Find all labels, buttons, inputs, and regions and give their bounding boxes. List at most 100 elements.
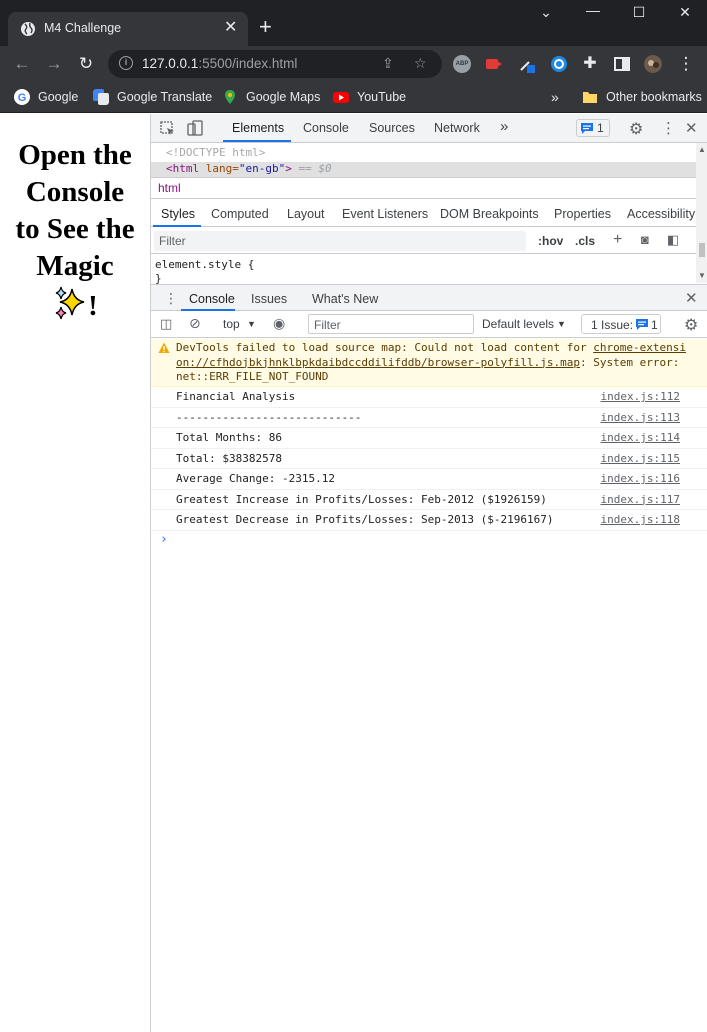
site-info-icon[interactable]: i [119, 56, 133, 70]
drawer-tab-issues[interactable]: Issues [251, 292, 287, 306]
paint-toggle-icon[interactable]: ◙ [641, 232, 649, 247]
tab-elements[interactable]: Elements [232, 121, 284, 135]
source-link[interactable]: index.js:114 [601, 431, 680, 444]
tab-event-listeners[interactable]: Event Listeners [342, 207, 428, 221]
clear-console-icon[interactable]: ⊘ [189, 315, 201, 332]
browser-menu-icon[interactable]: ⋮ [676, 54, 696, 74]
source-link[interactable]: index.js:113 [601, 411, 680, 424]
new-style-rule-icon[interactable]: + [613, 231, 622, 249]
translate-icon [93, 89, 109, 105]
console-message: Greatest Increase in Profits/Losses: Feb… [151, 490, 707, 510]
drawer-menu-icon[interactable]: ⋮ [164, 290, 178, 307]
tab-computed[interactable]: Computed [211, 207, 269, 221]
tab-network[interactable]: Network [434, 121, 480, 135]
live-expression-eye-icon[interactable]: ◉ [273, 315, 285, 332]
folder-icon [583, 92, 597, 103]
styles-filter-input[interactable]: Filter [154, 231, 526, 251]
side-panel-icon[interactable] [613, 55, 631, 73]
share-icon[interactable]: ⇪ [382, 55, 394, 72]
bookmark-google[interactable]: G Google [14, 88, 78, 106]
extensions-puzzle-icon[interactable]: ✚ [580, 54, 600, 74]
class-toggle[interactable]: .cls [575, 234, 595, 248]
tab-properties[interactable]: Properties [554, 207, 611, 221]
tab-close-icon[interactable]: ✕ [224, 20, 237, 36]
more-tabs-icon[interactable]: » [500, 118, 508, 135]
levels-dropdown-icon[interactable]: ▼ [557, 319, 566, 329]
element-style-rule[interactable]: element.style { [155, 258, 254, 271]
issues-counter-button[interactable]: 1 [576, 119, 610, 137]
breadcrumb: html [151, 177, 707, 199]
bookmarks-overflow-icon[interactable]: » [551, 88, 559, 106]
console-message: Financial Analysis index.js:112 [151, 387, 707, 408]
bookmark-google-maps[interactable]: Google Maps [222, 88, 320, 106]
address-bar[interactable]: i 127.0.0.1:5500/index.html ⇪ ☆ [108, 50, 442, 78]
breadcrumb-html[interactable]: html [158, 181, 181, 195]
url-text[interactable]: 127.0.0.1:5500/index.html [142, 56, 297, 71]
source-link[interactable]: index.js:116 [601, 472, 680, 485]
bookmark-youtube[interactable]: YouTube [333, 88, 406, 106]
page-heading: Open the Console to See the Magic ! [15, 139, 135, 322]
maps-icon [225, 90, 235, 104]
back-icon[interactable]: ← [12, 54, 32, 74]
adblock-extension-icon[interactable]: ABP [453, 55, 471, 73]
settings-gear-icon[interactable]: ⚙ [629, 119, 643, 139]
drawer-tab-whats-new[interactable]: What's New [312, 292, 378, 306]
message-icon [581, 123, 593, 134]
tab-console[interactable]: Console [303, 121, 349, 135]
forward-icon[interactable]: → [44, 54, 64, 74]
bookmark-google-translate[interactable]: Google Translate [93, 88, 212, 106]
console-sidebar-icon[interactable]: ◫ [160, 316, 172, 332]
console-toolbar: ◫ ⊘ top ▼ ◉ Filter Default levels ▼ 1 Is… [151, 311, 707, 338]
minimize-icon[interactable]: — [583, 2, 603, 18]
console-prompt[interactable]: › [151, 531, 707, 551]
log-levels-dropdown[interactable]: Default levels [482, 317, 554, 331]
profile-avatar[interactable] [644, 55, 662, 73]
youtube-icon [333, 92, 349, 103]
tab-sources[interactable]: Sources [369, 121, 415, 135]
tab-layout[interactable]: Layout [287, 207, 325, 221]
source-link[interactable]: index.js:112 [601, 390, 680, 403]
eyedropper-extension-icon[interactable] [518, 55, 536, 73]
console-issues-button[interactable]: 1 Issue: 1 [581, 314, 661, 334]
console-settings-icon[interactable]: ⚙ [684, 315, 698, 335]
other-bookmarks-folder[interactable]: Other bookmarks [582, 88, 702, 106]
record-extension-icon[interactable] [485, 55, 503, 73]
color-extension-icon[interactable] [550, 55, 568, 73]
close-window-icon[interactable]: ✕ [675, 4, 695, 21]
browser-tab[interactable]: M4 Challenge ✕ [8, 12, 248, 46]
close-drawer-icon[interactable]: ✕ [685, 289, 698, 307]
inspect-element-icon[interactable] [160, 121, 176, 137]
context-dropdown-icon[interactable]: ▼ [247, 319, 256, 329]
device-toolbar-icon[interactable] [187, 120, 203, 136]
sidebar-toggle-icon[interactable]: ◧ [667, 232, 679, 248]
styles-filter-row: Filter :hov .cls + ◙ ◧ [151, 228, 707, 254]
tab-search-chevron-icon[interactable]: ⌄ [536, 4, 556, 21]
hover-state-toggle[interactable]: :hov [538, 234, 563, 248]
styles-sub-tabs: Styles Computed Layout Event Listeners D… [151, 200, 707, 227]
context-selector[interactable]: top [223, 317, 240, 331]
bookmark-star-icon[interactable]: ☆ [414, 55, 427, 72]
active-subtab-indicator [153, 225, 201, 227]
browser-titlebar: M4 Challenge ✕ + ⌄ — ☐ ✕ [0, 0, 707, 46]
reload-icon[interactable]: ↻ [76, 54, 96, 74]
dom-html-node[interactable]: <html lang="en-gb"> == $0 [151, 162, 696, 177]
browser-toolbar: ← → ↻ i 127.0.0.1:5500/index.html ⇪ ☆ AB… [0, 46, 707, 82]
globe-icon [21, 22, 35, 36]
tab-styles[interactable]: Styles [161, 207, 195, 221]
close-devtools-icon[interactable]: ✕ [685, 119, 698, 137]
tab-dom-breakpoints[interactable]: DOM Breakpoints [440, 207, 539, 221]
styles-scrollbar[interactable]: ▲ ▼ [696, 143, 707, 283]
dom-doctype-node[interactable]: <!DOCTYPE html> [166, 146, 265, 159]
source-link[interactable]: index.js:117 [601, 493, 680, 506]
console-message: Average Change: -2315.12 index.js:116 [151, 469, 707, 490]
console-message: Total Months: 86 index.js:114 [151, 428, 707, 449]
tab-accessibility[interactable]: Accessibility [627, 207, 695, 221]
source-link[interactable]: index.js:115 [601, 452, 680, 465]
source-link[interactable]: index.js:118 [601, 513, 680, 526]
console-filter-input[interactable]: Filter [308, 314, 474, 334]
devtools-menu-icon[interactable]: ⋮ [661, 119, 676, 137]
maximize-icon[interactable]: ☐ [629, 4, 649, 21]
svg-text:G: G [18, 92, 27, 104]
new-tab-icon[interactable]: + [259, 16, 272, 38]
drawer-tab-console[interactable]: Console [189, 292, 235, 306]
